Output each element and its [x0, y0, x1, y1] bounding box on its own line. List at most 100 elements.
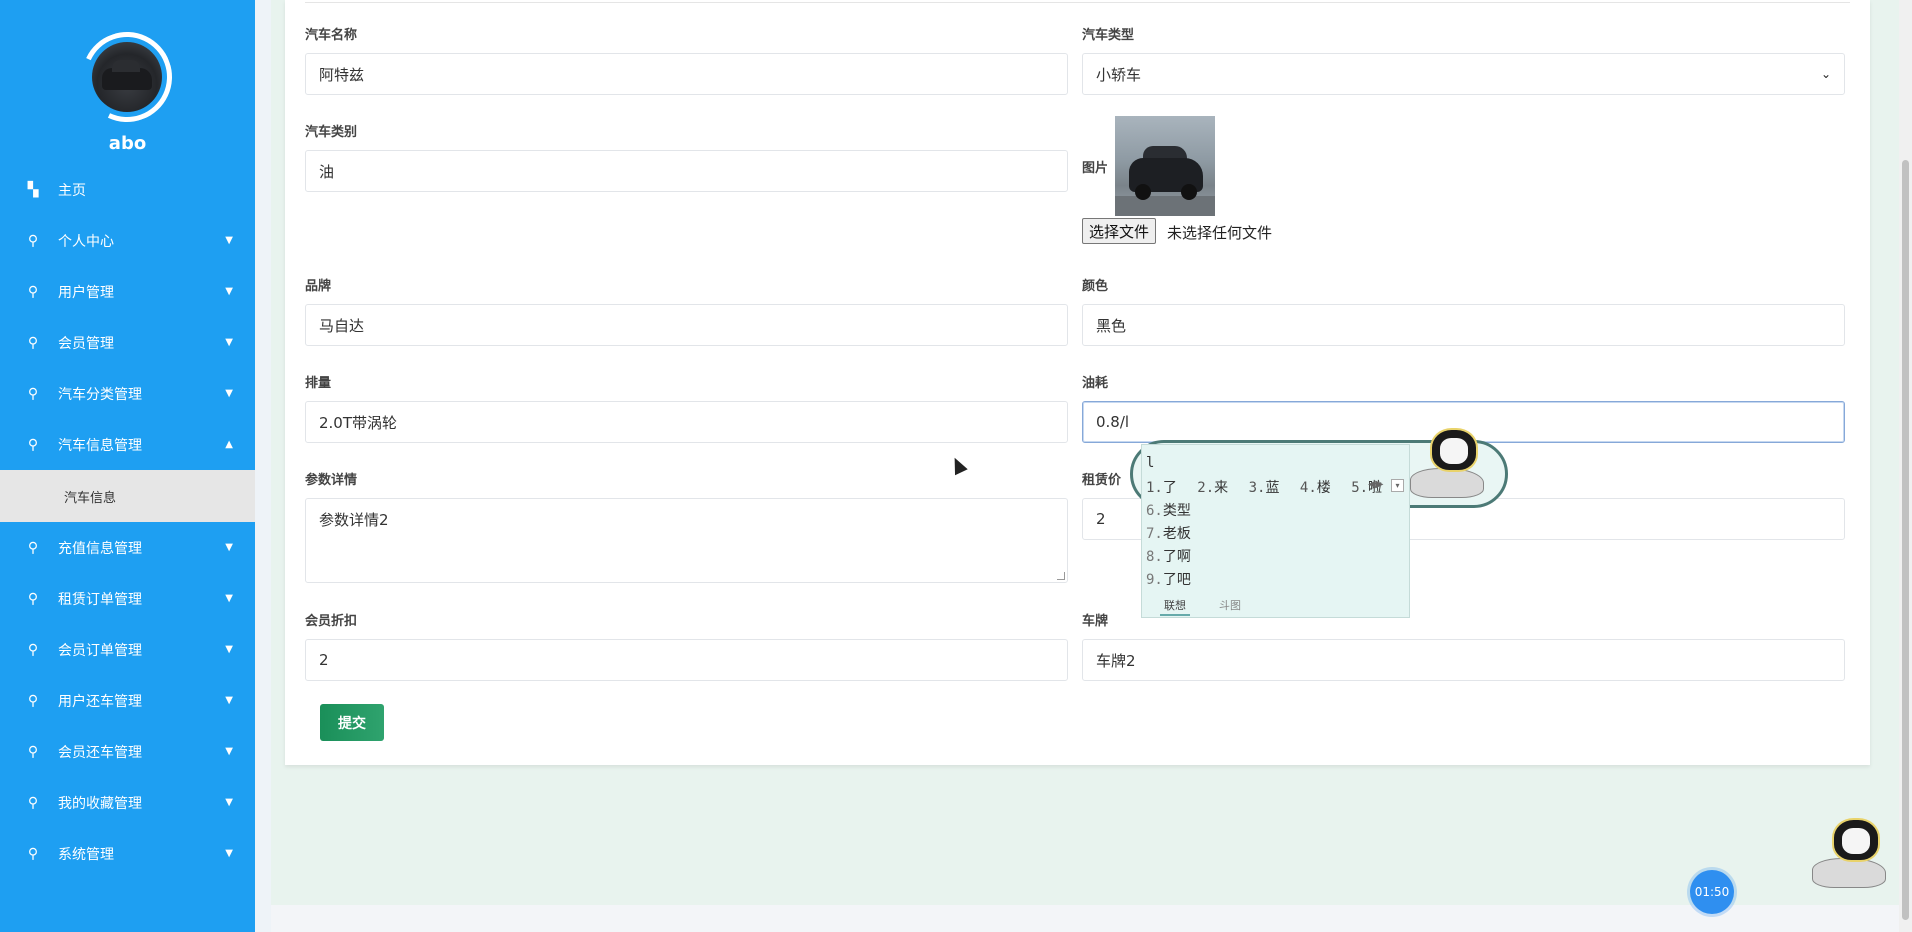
field-params: 参数详情 参数详情2: [305, 469, 1068, 583]
form-card: 汽车名称 阿特兹 汽车类型 小轿车 ⌄ 汽车类别 油 图片 选择文件 未选择任何…: [285, 0, 1870, 765]
field-label: 会员折扣: [305, 614, 358, 629]
ime-page-arrows-icon[interactable]: ◀▶: [1368, 479, 1383, 490]
field-displacement: 排量 2.0T带涡轮: [305, 372, 1068, 443]
submit-button[interactable]: 提交: [320, 704, 384, 741]
chevron-down-icon: ▼: [225, 388, 233, 399]
ime-candidate[interactable]: 3.蓝: [1249, 480, 1280, 496]
field-label: 油耗: [1082, 376, 1109, 391]
car-name-input[interactable]: 阿特兹: [305, 53, 1068, 95]
brand-input[interactable]: 马自达: [305, 304, 1068, 346]
ime-candidate[interactable]: 9.了吧: [1146, 569, 1191, 592]
sidebar-menu: ▚ 主页 ⚲ 个人中心 ▼ ⚲ 用户管理 ▼ ⚲ 会员管理 ▼ ⚲ 汽车分类管理…: [0, 164, 255, 879]
field-car-category: 汽车类别 油: [305, 121, 1068, 192]
ime-tabs: 联想 斗图: [1141, 597, 1410, 617]
sidebar-item-favorites[interactable]: ⚲ 我的收藏管理 ▼: [0, 777, 255, 828]
sidebar-item-label: 用户还车管理: [58, 693, 142, 710]
sidebar-item-label: 租赁订单管理: [58, 591, 142, 608]
sidebar-item-label: 系统管理: [58, 846, 114, 863]
ime-composition: l: [1146, 455, 1155, 471]
displacement-input[interactable]: 2.0T带涡轮: [305, 401, 1068, 443]
field-member-discount: 会员折扣 2: [305, 610, 1068, 681]
mascot-icon: [1812, 818, 1892, 898]
resize-handle-icon[interactable]: [1057, 572, 1065, 580]
main-content: 汽车名称 阿特兹 汽车类型 小轿车 ⌄ 汽车类别 油 图片 选择文件 未选择任何…: [271, 0, 1912, 905]
chevron-down-icon: ▼: [225, 542, 233, 553]
chevron-down-icon: ▼: [225, 797, 233, 808]
chevron-up-icon: ▲: [225, 439, 233, 450]
field-label: 颜色: [1082, 279, 1109, 294]
sidebar-item-label: 汽车信息管理: [58, 437, 142, 454]
username: abo: [108, 133, 147, 154]
sidebar-item-personal-center[interactable]: ⚲ 个人中心 ▼: [0, 215, 255, 266]
module-icon: ⚲: [27, 436, 39, 453]
submenu-item-label: 汽车信息: [64, 490, 117, 506]
ime-expand-icon[interactable]: ▾: [1391, 479, 1404, 492]
sidebar-item-label: 我的收藏管理: [58, 795, 142, 812]
car-image-preview: [1115, 116, 1215, 216]
sidebar-item-label: 会员订单管理: [58, 642, 142, 659]
field-car-name: 汽车名称 阿特兹: [305, 24, 1068, 95]
plate-input[interactable]: 车牌2: [1082, 639, 1845, 681]
sidebar-item-home[interactable]: ▚ 主页: [0, 164, 255, 215]
sidebar-item-member-management[interactable]: ⚲ 会员管理 ▼: [0, 317, 255, 368]
sidebar-item-label: 会员还车管理: [58, 744, 142, 761]
sidebar-item-user-management[interactable]: ⚲ 用户管理 ▼: [0, 266, 255, 317]
ime-candidate[interactable]: 6.类型: [1146, 500, 1191, 523]
module-icon: ⚲: [27, 845, 39, 862]
sidebar-item-car-category[interactable]: ⚲ 汽车分类管理 ▼: [0, 368, 255, 419]
scrollbar[interactable]: [1899, 0, 1912, 932]
chevron-down-icon: ⌄: [1820, 67, 1831, 81]
ime-tab-association[interactable]: 联想: [1160, 597, 1190, 616]
car-category-input[interactable]: 油: [305, 150, 1068, 192]
params-textarea[interactable]: 参数详情2: [305, 498, 1068, 583]
sidebar-item-label: 会员管理: [58, 335, 114, 352]
chevron-down-icon: ▼: [225, 695, 233, 706]
ime-candidate[interactable]: 2.来: [1197, 480, 1228, 496]
sidebar-item-label: 用户管理: [58, 284, 114, 301]
choose-file-button[interactable]: 选择文件: [1082, 218, 1157, 244]
module-icon: ⚲: [27, 743, 39, 760]
sidebar-item-member-orders[interactable]: ⚲ 会员订单管理 ▼: [0, 624, 255, 675]
module-icon: ⚲: [27, 334, 39, 351]
module-icon: ⚲: [27, 692, 39, 709]
ime-candidate[interactable]: 8.了啊: [1146, 546, 1191, 569]
submenu-item-car-info[interactable]: 汽车信息: [0, 470, 255, 522]
sidebar: abo ▚ 主页 ⚲ 个人中心 ▼ ⚲ 用户管理 ▼ ⚲ 会员管理 ▼ ⚲ 汽车…: [0, 0, 255, 932]
sidebar-item-system[interactable]: ⚲ 系统管理 ▼: [0, 828, 255, 879]
field-car-type: 汽车类型 小轿车 ⌄: [1082, 24, 1845, 95]
sidebar-item-user-return[interactable]: ⚲ 用户还车管理 ▼: [0, 675, 255, 726]
ime-tab-sticker[interactable]: 斗图: [1219, 597, 1241, 613]
ime-candidate[interactable]: 1.了: [1146, 480, 1177, 496]
scrollbar-thumb[interactable]: [1902, 160, 1909, 920]
member-discount-input[interactable]: 2: [305, 639, 1068, 681]
timer-badge[interactable]: 01:50: [1690, 870, 1734, 914]
chevron-down-icon: ▼: [225, 746, 233, 757]
sidebar-item-car-info[interactable]: ⚲ 汽车信息管理 ▲: [0, 419, 255, 470]
sidebar-item-member-return[interactable]: ⚲ 会员还车管理 ▼: [0, 726, 255, 777]
dashboard-icon: ▚: [27, 181, 39, 198]
color-input[interactable]: 黑色: [1082, 304, 1845, 346]
ime-candidate-list: 6.类型 7.老板 8.了啊 9.了吧: [1146, 500, 1191, 592]
mascot-icon: [1410, 428, 1490, 508]
ime-candidate[interactable]: 7.老板: [1146, 523, 1191, 546]
ime-candidate-row: 1.了 2.来 3.蓝 4.楼 5.啦: [1146, 477, 1394, 497]
module-icon: ⚲: [27, 232, 39, 249]
field-plate: 车牌 车牌2: [1082, 610, 1845, 681]
module-icon: ⚲: [27, 539, 39, 556]
module-icon: ⚲: [27, 385, 39, 402]
ime-candidate[interactable]: 4.楼: [1300, 480, 1331, 496]
sidebar-item-rental-orders[interactable]: ⚲ 租赁订单管理 ▼: [0, 573, 255, 624]
car-type-select[interactable]: 小轿车 ⌄: [1082, 53, 1845, 95]
avatar[interactable]: [92, 42, 162, 112]
field-label: 汽车类型: [1082, 28, 1135, 43]
chevron-down-icon: ▼: [225, 286, 233, 297]
sidebar-item-recharge[interactable]: ⚲ 充值信息管理 ▼: [0, 522, 255, 573]
sidebar-item-label: 充值信息管理: [58, 540, 142, 557]
chevron-down-icon: ▼: [225, 593, 233, 604]
field-label: 汽车类别: [305, 125, 358, 140]
sidebar-item-label: 个人中心: [58, 233, 114, 250]
field-label: 排量: [305, 376, 332, 391]
file-status: 未选择任何文件: [1167, 224, 1273, 242]
module-icon: ⚲: [27, 283, 39, 300]
sidebar-item-label: 汽车分类管理: [58, 386, 142, 403]
